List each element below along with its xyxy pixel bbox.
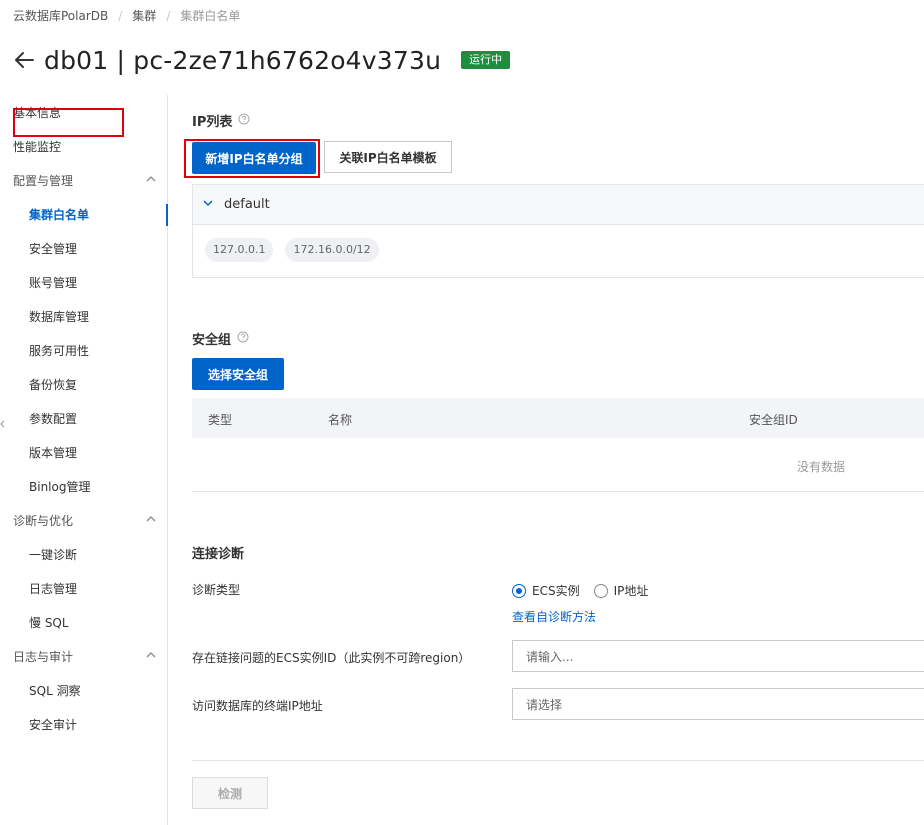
security-group-table: 类型 名称 安全组ID 没有数据 xyxy=(192,398,924,492)
column-header-security-group-id: 安全组ID xyxy=(749,413,798,427)
chevron-up-icon xyxy=(146,173,156,187)
sidebar-item-label: 性能监控 xyxy=(13,139,62,154)
chevron-up-icon xyxy=(146,649,156,663)
help-circle-icon[interactable] xyxy=(238,113,250,129)
table-empty-row: 没有数据 xyxy=(192,438,924,492)
diagnosis-title: 连接诊断 xyxy=(192,547,245,562)
sidebar-item-databases[interactable]: 数据库管理 xyxy=(0,299,167,333)
client-ip-select[interactable]: 请选择 xyxy=(512,688,924,720)
sidebar-item-sql-insight[interactable]: SQL 洞察 xyxy=(0,673,167,707)
sidebar-item-label: 数据库管理 xyxy=(29,309,90,324)
sidebar-item-label: 安全管理 xyxy=(29,241,78,256)
highlight-outline xyxy=(13,108,124,137)
main-content: IP列表 新增IP白名单分组 关联IP白名单模板 default 127.0.0… xyxy=(184,0,924,825)
divider xyxy=(192,760,924,761)
link-whitelist-template-button[interactable]: 关联IP白名单模板 xyxy=(324,141,452,173)
sidebar-collapse-handle[interactable] xyxy=(0,413,5,435)
sidebar-item-availability[interactable]: 服务可用性 xyxy=(0,333,167,367)
sidebar-item-backup[interactable]: 备份恢复 xyxy=(0,367,167,401)
sidebar-item-versions[interactable]: 版本管理 xyxy=(0,435,167,469)
ip-list-title: IP列表 xyxy=(192,115,233,130)
sidebar-group-audit[interactable]: 日志与审计 xyxy=(0,639,167,673)
breadcrumb-separator: / xyxy=(166,8,171,23)
sidebar-group-config[interactable]: 配置与管理 xyxy=(0,163,167,197)
sidebar-item-binlog[interactable]: Binlog管理 xyxy=(0,469,167,503)
sidebar-item-label: 账号管理 xyxy=(29,275,78,290)
select-security-group-button[interactable]: 选择安全组 xyxy=(192,358,284,390)
security-group-section-title: 安全组 xyxy=(192,329,249,348)
sidebar-item-label: 一键诊断 xyxy=(29,547,78,562)
diagnosis-section-title: 连接诊断 xyxy=(192,543,244,562)
ecs-instance-label: 存在链接问题的ECS实例ID（此实例不可跨region） xyxy=(192,651,471,665)
sidebar-item-accounts[interactable]: 账号管理 xyxy=(0,265,167,299)
sidebar-item-label: SQL 洞察 xyxy=(29,683,81,698)
sidebar-item-logs[interactable]: 日志管理 xyxy=(0,571,167,605)
column-header-type: 类型 xyxy=(208,413,233,427)
empty-text: 没有数据 xyxy=(797,460,846,474)
sidebar-item-slow-sql[interactable]: 慢 SQL xyxy=(0,605,167,639)
radio-ip-label[interactable]: IP地址 xyxy=(614,582,649,599)
sidebar-item-label: Binlog管理 xyxy=(29,479,91,494)
diagnosis-type-label: 诊断类型 xyxy=(192,583,241,597)
security-group-title: 安全组 xyxy=(192,333,232,348)
client-ip-label: 访问数据库的终端IP地址 xyxy=(192,699,323,713)
sidebar-group-label: 日志与审计 xyxy=(13,649,74,664)
diagnosis-type-radio-group: ECS实例 IP地址 xyxy=(512,582,648,599)
sidebar-item-parameters[interactable]: 参数配置 xyxy=(0,401,167,435)
radio-ecs[interactable] xyxy=(512,583,526,598)
sidebar-group-label: 配置与管理 xyxy=(13,173,74,188)
ip-tag: 127.0.0.1 xyxy=(205,238,274,262)
sidebar: 基本信息 性能监控 配置与管理 集群白名单 安全管理 账号管理 数据库管理 服务… xyxy=(0,95,168,825)
whitelist-group-name: default xyxy=(224,197,270,212)
chevron-up-icon xyxy=(146,513,156,527)
sidebar-item-label: 服务可用性 xyxy=(29,343,90,358)
whitelist-group-panel: default 127.0.0.1 172.16.0.0/12 xyxy=(192,184,924,278)
sidebar-group-diagnosis[interactable]: 诊断与优化 xyxy=(0,503,167,537)
column-header-name: 名称 xyxy=(328,413,353,427)
self-diagnosis-help-link[interactable]: 查看自诊断方法 xyxy=(512,608,596,625)
sidebar-item-cluster-whitelist[interactable]: 集群白名单 xyxy=(0,197,168,231)
ecs-instance-input[interactable]: 请输入... xyxy=(512,640,924,672)
sidebar-item-security[interactable]: 安全管理 xyxy=(0,231,167,265)
ip-tag-list: 127.0.0.1 172.16.0.0/12 xyxy=(193,225,924,262)
whitelist-group-header[interactable]: default xyxy=(193,185,924,225)
breadcrumb-polardb[interactable]: 云数据库PolarDB xyxy=(13,7,108,24)
help-circle-icon[interactable] xyxy=(237,331,249,347)
sidebar-item-label: 参数配置 xyxy=(29,411,78,426)
sidebar-item-security-audit[interactable]: 安全审计 xyxy=(0,707,167,741)
chevron-down-icon xyxy=(202,197,214,212)
highlight-outline xyxy=(184,139,320,178)
sidebar-item-label: 备份恢复 xyxy=(29,377,78,392)
breadcrumb-separator: / xyxy=(118,8,123,23)
ip-tag: 172.16.0.0/12 xyxy=(285,238,379,262)
sidebar-item-label: 版本管理 xyxy=(29,445,78,460)
ip-list-section-title: IP列表 xyxy=(192,111,250,130)
radio-ecs-label[interactable]: ECS实例 xyxy=(532,582,580,599)
sidebar-group-label: 诊断与优化 xyxy=(13,513,74,528)
sidebar-item-label: 集群白名单 xyxy=(29,207,90,222)
table-header: 类型 名称 安全组ID xyxy=(192,398,924,438)
sidebar-item-label: 安全审计 xyxy=(29,717,78,732)
sidebar-item-one-click-diagnosis[interactable]: 一键诊断 xyxy=(0,537,167,571)
check-button[interactable]: 检测 xyxy=(192,777,268,809)
sidebar-item-label: 日志管理 xyxy=(29,581,78,596)
radio-ip[interactable] xyxy=(593,583,608,598)
sidebar-item-label: 慢 SQL xyxy=(29,615,69,630)
back-arrow-icon[interactable] xyxy=(12,47,38,73)
breadcrumb-cluster[interactable]: 集群 xyxy=(132,7,156,24)
